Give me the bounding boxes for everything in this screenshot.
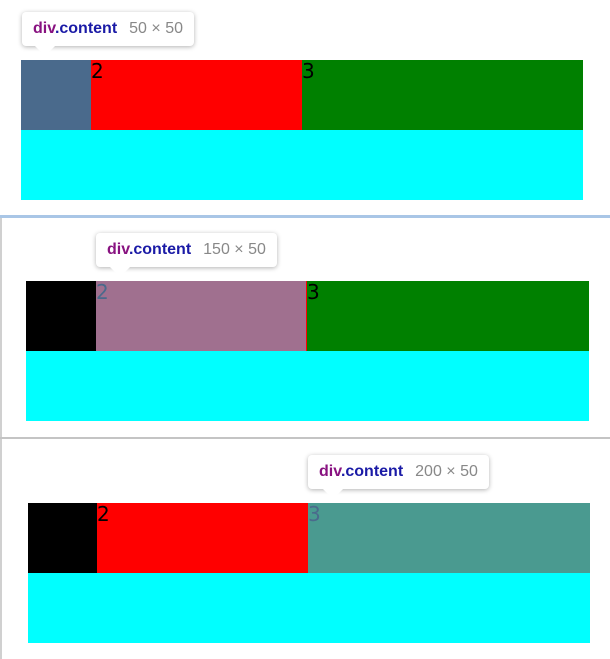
panel-edge xyxy=(0,439,2,659)
box-1[interactable] xyxy=(28,503,97,573)
box-1[interactable] xyxy=(26,281,96,351)
panel-edge xyxy=(0,218,2,438)
box-2[interactable]: 2 xyxy=(91,60,302,130)
tooltip-dimensions: 200 × 50 xyxy=(415,463,478,480)
tooltip-class: .content xyxy=(340,463,404,480)
cyan-block xyxy=(28,573,590,643)
inspect-tooltip: div.content 50 × 50 xyxy=(22,12,194,46)
divider xyxy=(0,215,610,218)
tooltip-tag: div xyxy=(33,20,55,37)
tooltip-class: .content xyxy=(128,241,192,258)
tooltip-arrow xyxy=(110,267,130,277)
box-3[interactable]: 3 xyxy=(307,281,589,351)
divider xyxy=(0,437,610,439)
cyan-block xyxy=(26,351,589,421)
inspect-tooltip: div.content 200 × 50 xyxy=(308,455,489,489)
tooltip-arrow xyxy=(323,489,343,499)
tooltip-dimensions: 150 × 50 xyxy=(203,241,266,258)
cyan-block xyxy=(21,130,583,200)
inspect-tooltip: div.content 150 × 50 xyxy=(96,233,277,267)
box-2[interactable]: 2 xyxy=(97,503,308,573)
tooltip-dimensions: 50 × 50 xyxy=(129,20,183,37)
tooltip-arrow xyxy=(35,46,55,56)
tooltip-tag: div xyxy=(107,241,129,258)
tooltip-tag: div xyxy=(319,463,341,480)
box-2-highlighted[interactable]: 2 xyxy=(96,281,307,351)
box-3-highlighted[interactable]: 3 xyxy=(308,503,590,573)
box-1-highlighted[interactable] xyxy=(21,60,91,130)
box-3[interactable]: 3 xyxy=(302,60,583,130)
tooltip-class: .content xyxy=(54,20,118,37)
